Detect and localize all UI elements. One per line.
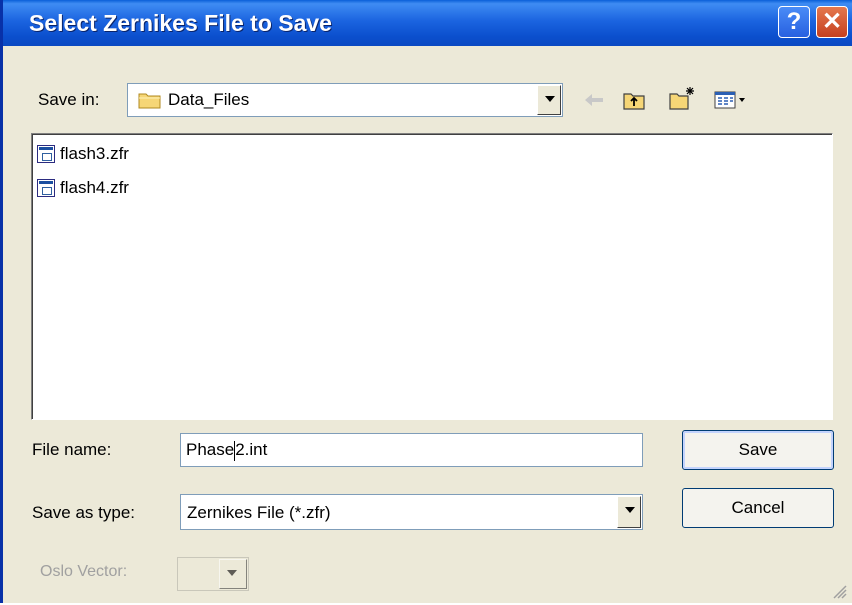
save-as-type-dropdown-arrow[interactable]	[617, 496, 641, 528]
oslo-vector-label: Oslo Vector:	[40, 563, 128, 580]
cancel-button[interactable]: Cancel	[682, 488, 834, 528]
back-arrow-icon[interactable]	[580, 86, 608, 114]
close-button[interactable]: ✕	[816, 6, 848, 38]
save-in-dropdown-arrow[interactable]	[537, 85, 561, 115]
file-name: flash3.zfr	[60, 144, 129, 163]
new-folder-icon[interactable]	[668, 84, 696, 112]
oslo-vector-dropdown	[177, 557, 249, 591]
file-item-flash3[interactable]: flash3.zfr	[37, 142, 129, 166]
save-in-dropdown[interactable]: Data_Files	[127, 83, 563, 117]
save-button[interactable]: Save	[682, 430, 834, 470]
file-name-input[interactable]: Phase2.int	[180, 433, 643, 467]
file-name: flash4.zfr	[60, 178, 129, 197]
file-name-label: File name:	[32, 440, 112, 459]
title-bar[interactable]: Select Zernikes File to Save ? ✕	[0, 0, 852, 46]
resize-grip-icon[interactable]	[828, 580, 848, 600]
save-as-type-value: Zernikes File (*.zfr)	[187, 503, 331, 522]
dialog-title: Select Zernikes File to Save	[29, 10, 332, 36]
up-folder-icon[interactable]	[620, 86, 648, 114]
file-name-value: Phase2.int	[186, 440, 268, 461]
file-list[interactable]: flash3.zfr flash4.zfr	[31, 133, 833, 420]
save-dialog: Select Zernikes File to Save ? ✕ Save in…	[0, 0, 852, 603]
oslo-vector-dropdown-arrow	[219, 559, 247, 589]
folder-icon	[138, 90, 162, 115]
zfr-file-icon	[37, 179, 55, 197]
zfr-file-icon	[37, 145, 55, 163]
window-border	[0, 46, 3, 603]
save-as-type-label: Save as type:	[32, 503, 136, 522]
save-as-type-dropdown[interactable]: Zernikes File (*.zfr)	[180, 494, 643, 530]
save-in-label: Save in:	[38, 90, 100, 109]
save-in-value: Data_Files	[168, 90, 250, 109]
file-item-flash4[interactable]: flash4.zfr	[37, 176, 129, 200]
view-menu-icon[interactable]	[712, 86, 752, 114]
help-button[interactable]: ?	[778, 6, 810, 38]
